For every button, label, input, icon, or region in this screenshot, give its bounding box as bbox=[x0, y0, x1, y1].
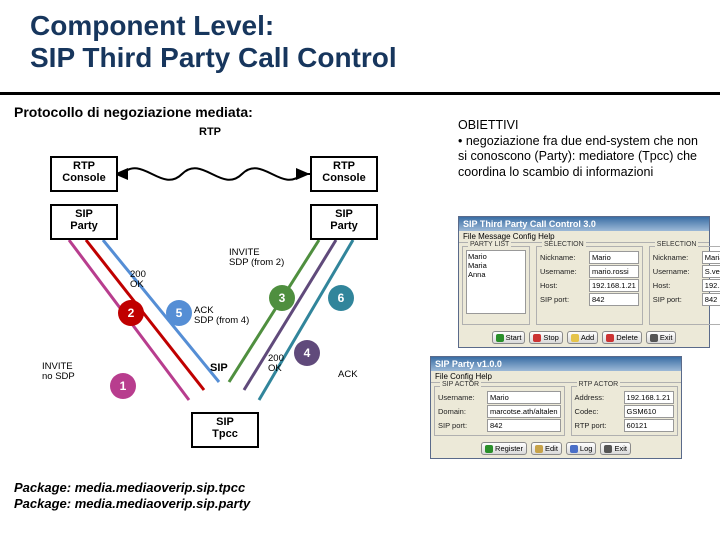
objectives: OBIETTIVI • negoziazione fra due end-sys… bbox=[458, 118, 708, 181]
step-6: 6 bbox=[328, 285, 354, 311]
title-line1: Component Level: bbox=[30, 10, 274, 41]
l-port-a: SIP port: bbox=[540, 295, 586, 304]
packages: Package: media.mediaoverip.sip.tpcc Pack… bbox=[14, 480, 250, 513]
step-3: 3 bbox=[269, 285, 295, 311]
log-button[interactable]: Log bbox=[566, 442, 597, 455]
annot-invite-nosdp: INVITE no SDP bbox=[42, 362, 75, 382]
annot-invite-sdp2: INVITE SDP (from 2) bbox=[229, 248, 284, 268]
add-button[interactable]: Add bbox=[567, 331, 598, 344]
step-5: 5 bbox=[166, 300, 192, 326]
l-user-b: Username: bbox=[653, 267, 699, 276]
slide-title: Component Level: SIP Third Party Call Co… bbox=[30, 10, 397, 74]
add-icon bbox=[571, 334, 579, 342]
v-port-a[interactable]: 842 bbox=[589, 293, 639, 306]
step-2: 2 bbox=[118, 300, 144, 326]
edit-button[interactable]: Edit bbox=[531, 442, 562, 455]
tpcc-sel-b-label: SELECTION bbox=[655, 241, 699, 248]
exit-label-2: Exit bbox=[614, 444, 627, 453]
start-button[interactable]: Start bbox=[492, 331, 526, 344]
sip-actor-label: SIP ACTOR bbox=[440, 381, 481, 388]
annot-ack: ACK bbox=[338, 370, 358, 380]
v-rtp-codec[interactable]: GSM610 bbox=[624, 405, 674, 418]
delete-button[interactable]: Delete bbox=[602, 331, 642, 344]
l-sip-domain: Domain: bbox=[438, 407, 484, 416]
exit-button[interactable]: Exit bbox=[646, 331, 677, 344]
sip-tpcc: SIP Tpcc bbox=[191, 412, 259, 448]
annot-200ok-right: 200 OK bbox=[268, 354, 284, 374]
l-user-a: Username: bbox=[540, 267, 586, 276]
tpcc-buttons: Start Stop Add Delete Exit bbox=[459, 328, 709, 347]
add-label: Add bbox=[581, 333, 594, 342]
log-icon bbox=[570, 445, 578, 453]
exit-icon bbox=[604, 445, 612, 453]
party-buttons: Register Edit Log Exit bbox=[431, 439, 681, 458]
party-titlebar: SIP Party v1.0.0 bbox=[431, 357, 681, 371]
title-line2: SIP Third Party Call Control bbox=[30, 42, 397, 73]
annot-200ok-left: 200 OK bbox=[130, 270, 146, 290]
tpcc-titlebar: SIP Third Party Call Control 3.0 bbox=[459, 217, 709, 231]
tpcc-sel-a-label: SELECTION bbox=[542, 241, 586, 248]
party-window: SIP Party v1.0.0 File Config Help SIP AC… bbox=[430, 356, 682, 459]
l-rtp-port: RTP port: bbox=[575, 421, 621, 430]
annot-ack-sdp4: ACK SDP (from 4) bbox=[194, 306, 249, 326]
rtp-label: RTP bbox=[199, 126, 221, 138]
sip-party-right: SIP Party bbox=[310, 204, 378, 240]
l-port-b: SIP port: bbox=[653, 295, 699, 304]
sip-label: SIP bbox=[210, 362, 228, 374]
delete-icon bbox=[606, 334, 614, 342]
l-host-a: Host: bbox=[540, 281, 586, 290]
v-user-b[interactable]: S.verzaschi bbox=[702, 265, 720, 278]
objectives-heading: OBIETTIVI bbox=[458, 118, 518, 132]
v-host-b[interactable]: 192.168.1.55 bbox=[702, 279, 720, 292]
l-nick-b: Nickname: bbox=[653, 253, 699, 262]
log-label: Log bbox=[580, 444, 593, 453]
play-icon bbox=[496, 334, 504, 342]
title-rule bbox=[0, 92, 720, 95]
edit-icon bbox=[535, 445, 543, 453]
exit-label: Exit bbox=[660, 333, 673, 342]
v-user-a[interactable]: mario.rossi bbox=[589, 265, 639, 278]
v-sip-domain[interactable]: marcotse.ath/altalen bbox=[487, 405, 561, 418]
tpcc-partylist-label: PARTY LIST bbox=[468, 241, 511, 248]
register-button[interactable]: Register bbox=[481, 442, 527, 455]
start-label: Start bbox=[506, 333, 522, 342]
stop-button[interactable]: Stop bbox=[529, 331, 562, 344]
register-label: Register bbox=[495, 444, 523, 453]
l-nick-a: Nickname: bbox=[540, 253, 586, 262]
package-1: Package: media.mediaoverip.sip.tpcc bbox=[14, 480, 245, 495]
sequence-diagram: RTP RTP Console RTP Console SIP Party SI… bbox=[14, 130, 444, 460]
rtp-console-right: RTP Console bbox=[310, 156, 378, 192]
stop-icon bbox=[533, 334, 541, 342]
package-2: Package: media.mediaoverip.sip.party bbox=[14, 496, 250, 511]
v-port-b[interactable]: 842 bbox=[702, 293, 720, 306]
v-host-a[interactable]: 192.168.1.21 bbox=[589, 279, 639, 292]
l-rtp-addr: Address: bbox=[575, 393, 621, 402]
stop-label: Stop bbox=[543, 333, 558, 342]
v-nick-b[interactable]: Maria bbox=[702, 251, 720, 264]
delete-label: Delete bbox=[616, 333, 638, 342]
check-icon bbox=[485, 445, 493, 453]
l-host-b: Host: bbox=[653, 281, 699, 290]
v-sip-port[interactable]: 842 bbox=[487, 419, 561, 432]
v-sip-user[interactable]: Mario bbox=[487, 391, 561, 404]
exit-icon bbox=[650, 334, 658, 342]
v-rtp-addr[interactable]: 192.168.1.21 bbox=[624, 391, 674, 404]
objectives-bullet: • negoziazione fra due end-system che no… bbox=[458, 134, 698, 179]
sip-party-left: SIP Party bbox=[50, 204, 118, 240]
v-nick-a[interactable]: Mario bbox=[589, 251, 639, 264]
exit-button-2[interactable]: Exit bbox=[600, 442, 631, 455]
l-sip-user: Username: bbox=[438, 393, 484, 402]
edit-label: Edit bbox=[545, 444, 558, 453]
rtp-console-left: RTP Console bbox=[50, 156, 118, 192]
tpcc-party-list[interactable]: Mario Maria Anna bbox=[466, 250, 526, 314]
rtp-actor-label: RTP ACTOR bbox=[577, 381, 621, 388]
l-rtp-codec: Codec: bbox=[575, 407, 621, 416]
subheading: Protocollo di negoziazione mediata: bbox=[14, 104, 253, 120]
slide: Component Level: SIP Third Party Call Co… bbox=[0, 0, 720, 540]
tpcc-window: SIP Third Party Call Control 3.0 File Me… bbox=[458, 216, 710, 348]
step-4: 4 bbox=[294, 340, 320, 366]
l-sip-port: SIP port: bbox=[438, 421, 484, 430]
step-1: 1 bbox=[110, 373, 136, 399]
v-rtp-port[interactable]: 60121 bbox=[624, 419, 674, 432]
